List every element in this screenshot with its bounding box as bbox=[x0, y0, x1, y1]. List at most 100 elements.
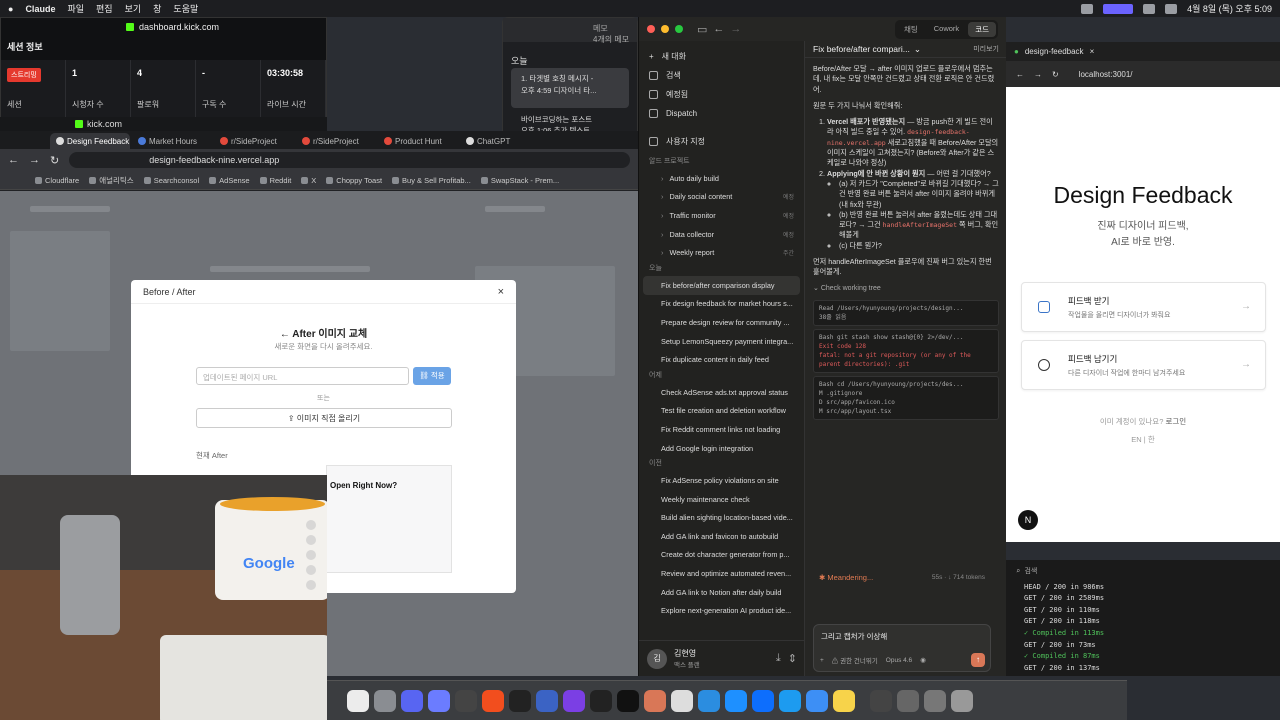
preview-tab[interactable]: design-feedback bbox=[1025, 47, 1084, 56]
project-item[interactable]: › Auto daily build bbox=[639, 169, 804, 188]
chat-item[interactable]: Add GA link and favicon to autobuild bbox=[639, 527, 804, 546]
project-item[interactable]: › Traffic monitor 예정 bbox=[639, 206, 804, 225]
reload-icon[interactable]: ↻ bbox=[50, 154, 59, 167]
menu-view[interactable]: 보기 bbox=[125, 2, 142, 15]
close-icon[interactable]: × bbox=[1090, 47, 1095, 56]
get-feedback-card[interactable]: 피드백 받기 작업물을 올리면 디자이너가 봐줘요 → bbox=[1021, 282, 1266, 332]
terminal-icon[interactable] bbox=[617, 689, 639, 712]
nav-new-chat[interactable]: + 새 대화 bbox=[639, 47, 804, 66]
tool-call-bash[interactable]: Bash cd /Users/hyunyoung/projects/des...… bbox=[813, 375, 999, 420]
finder-icon[interactable] bbox=[725, 689, 747, 712]
obsidian-icon[interactable] bbox=[563, 689, 585, 712]
back-icon[interactable]: ← bbox=[713, 23, 724, 35]
back-icon[interactable]: ← bbox=[1016, 70, 1024, 79]
forward-icon[interactable]: → bbox=[1034, 70, 1042, 79]
login-link[interactable]: 로그인 bbox=[1165, 417, 1186, 426]
chat-title[interactable]: Fix before/after compari... bbox=[813, 44, 910, 54]
back-icon[interactable]: ← bbox=[8, 154, 19, 166]
chat-item[interactable]: Fix design feedback for market hours s..… bbox=[639, 295, 804, 314]
control-dot[interactable] bbox=[306, 550, 316, 560]
tool-call-read[interactable]: Read /Users/hyunyoung/projects/design...… bbox=[813, 299, 999, 326]
app-menu[interactable]: Claude bbox=[25, 4, 55, 14]
chat-item[interactable]: Add Google login integration bbox=[639, 439, 804, 458]
bookmark-cloudflare[interactable]: Cloudflare bbox=[35, 176, 79, 185]
anthropic-icon[interactable] bbox=[671, 689, 693, 712]
app-store-icon[interactable] bbox=[779, 689, 801, 712]
apply-button[interactable]: ⛓ 적용 bbox=[413, 367, 451, 385]
nav-scheduled[interactable]: 예정됨 bbox=[639, 85, 804, 104]
messenger-icon[interactable] bbox=[428, 689, 450, 712]
vscode-icon[interactable] bbox=[752, 689, 774, 712]
nav-customize[interactable]: 사용자 지정 bbox=[639, 132, 804, 151]
record-pill-icon[interactable] bbox=[1103, 3, 1134, 14]
window-thumb-icon[interactable] bbox=[870, 689, 892, 712]
obs-icon[interactable] bbox=[455, 689, 477, 712]
cursor-icon[interactable] bbox=[509, 689, 531, 712]
tab-sideproject-1[interactable]: r/SideProject bbox=[214, 133, 294, 149]
sidebar-toggle-icon[interactable]: ▭ bbox=[697, 23, 707, 36]
url-field[interactable]: design-feedback-nine.vercel.app bbox=[69, 152, 630, 168]
chat-item-active[interactable]: Fix before/after comparison display bbox=[643, 275, 800, 295]
nav-search[interactable]: 검색 bbox=[639, 66, 804, 85]
bookmark-x[interactable]: X bbox=[301, 176, 316, 185]
preview-url[interactable]: localhost:3001/ bbox=[1079, 70, 1133, 79]
bookmark-choppy-toast[interactable]: Choppy Toast bbox=[326, 176, 382, 185]
mode-chat[interactable]: 채팅 bbox=[897, 22, 925, 37]
notion-icon[interactable] bbox=[347, 689, 369, 712]
user-profile[interactable]: 김 김현영 맥스 플랜 ⤓ ⇕ bbox=[639, 640, 805, 676]
reload-icon[interactable]: ↻ bbox=[1052, 70, 1059, 79]
upload-button[interactable]: ⇪ 이미지 직접 올리기 bbox=[196, 408, 452, 428]
mode-code[interactable]: 코드 bbox=[968, 21, 996, 37]
chat-item[interactable]: Setup LemonSqueezy payment integra... bbox=[639, 332, 804, 351]
trash-icon[interactable] bbox=[951, 689, 973, 712]
battery-icon[interactable] bbox=[1165, 3, 1178, 14]
window-thumb-icon[interactable] bbox=[924, 689, 946, 712]
chat-item[interactable]: Test file creation and deletion workflow bbox=[639, 402, 804, 421]
bookmark-reddit[interactable]: Reddit bbox=[260, 176, 292, 185]
tool-group-header[interactable]: ⌄ Check working tree bbox=[813, 284, 999, 294]
bookmark-adsense[interactable]: AdSense bbox=[209, 176, 249, 185]
affinity-icon[interactable] bbox=[536, 689, 558, 712]
menu-edit[interactable]: 편집 bbox=[96, 2, 113, 15]
model-selector[interactable]: Opus 4.6 bbox=[886, 657, 912, 664]
mail-icon[interactable] bbox=[806, 689, 828, 712]
project-item[interactable]: › Data collector 예정 bbox=[639, 225, 804, 244]
chat-item[interactable]: Weekly maintenance check bbox=[639, 490, 804, 509]
forward-icon[interactable]: → bbox=[730, 23, 741, 35]
permission-mode[interactable]: ⚠ 권한 건너뛰기 bbox=[832, 655, 878, 665]
project-item[interactable]: › Weekly report 주간 bbox=[639, 243, 804, 262]
clock[interactable]: 4월 8일 (목) 오후 5:09 bbox=[1187, 2, 1272, 15]
chat-item[interactable]: Fix Reddit comment links not loading bbox=[639, 420, 804, 439]
chat-item[interactable]: Explore next-generation AI product ide..… bbox=[639, 601, 804, 620]
close-window-icon[interactable] bbox=[647, 25, 655, 33]
tab-product-hunt[interactable]: Product Hunt bbox=[378, 133, 458, 149]
window-thumb-icon[interactable] bbox=[897, 689, 919, 712]
menu-help[interactable]: 도움말 bbox=[173, 2, 198, 15]
tab-market-hours[interactable]: Market Hours bbox=[132, 133, 212, 149]
send-button[interactable]: ↑ bbox=[971, 653, 985, 667]
close-icon[interactable]: × bbox=[498, 286, 504, 298]
chat-item[interactable]: Fix duplicate content in daily feed bbox=[639, 350, 804, 369]
tab-design-feedback[interactable]: Design Feedback bbox=[50, 133, 130, 149]
language-switcher[interactable]: EN | 한 bbox=[1006, 434, 1280, 445]
control-dot[interactable] bbox=[306, 580, 316, 590]
bookmark-flippa[interactable]: Buy & Sell Profitab... bbox=[392, 176, 471, 185]
chat-item[interactable]: Prepare design review for community ... bbox=[639, 313, 804, 332]
give-feedback-card[interactable]: 피드백 남기기 다른 디자이너 작업에 한마디 남겨주세요 → bbox=[1021, 340, 1266, 390]
menu-window[interactable]: 창 bbox=[153, 2, 161, 15]
notes-icon[interactable] bbox=[833, 689, 855, 712]
calculator-icon[interactable] bbox=[374, 689, 396, 712]
bookmark-analytics[interactable]: 애널리틱스 bbox=[89, 175, 134, 186]
tool-call-bash[interactable]: Bash git stash show stash@{0} 2>/dev/...… bbox=[813, 328, 999, 373]
apple-icon[interactable]: ● bbox=[8, 4, 13, 14]
wifi-icon[interactable] bbox=[1143, 3, 1156, 14]
download-icon[interactable]: ⤓ bbox=[776, 652, 781, 665]
chevron-down-icon[interactable]: ⌄ bbox=[914, 44, 921, 55]
r-app-icon[interactable] bbox=[590, 689, 612, 712]
mode-cowork[interactable]: Cowork bbox=[927, 22, 966, 37]
back-arrow-icon[interactable]: ← bbox=[280, 329, 290, 340]
log-search[interactable]: ⌕ 검색 bbox=[1016, 566, 1270, 578]
chat-item[interactable]: Create dot character generator from p... bbox=[639, 546, 804, 565]
project-item[interactable]: › Daily social content 예정 bbox=[639, 188, 804, 207]
zoom-window-icon[interactable] bbox=[675, 25, 683, 33]
